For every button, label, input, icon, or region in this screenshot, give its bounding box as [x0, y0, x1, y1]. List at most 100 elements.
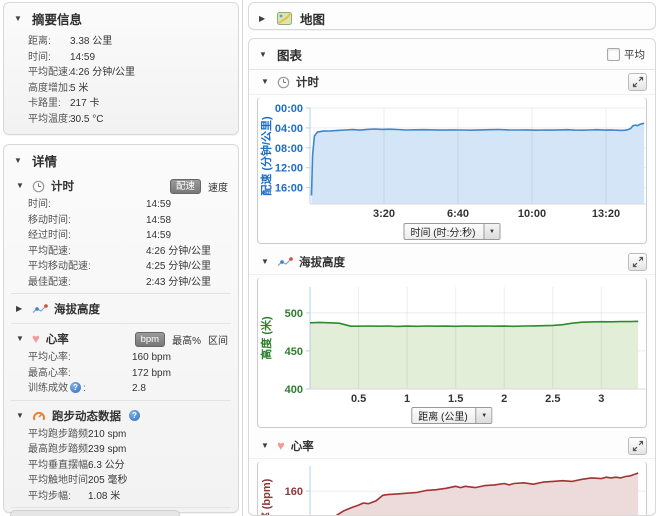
run-dynamics-section-header[interactable]: ▼ 跑步动态数据 ? [4, 404, 238, 427]
x-tick-label: 3:20 [373, 208, 395, 220]
y-tick-label: 16:00 [275, 183, 303, 195]
column-divider [242, 0, 243, 516]
pace-chart-header[interactable]: ▼ 计时 [249, 70, 655, 95]
collapse-triangle-icon[interactable]: ▼ [16, 181, 26, 191]
chevron-down-icon[interactable]: ▼ [483, 224, 500, 239]
row-label: 经过时间: [28, 230, 71, 241]
row-value: 1.08 米 [88, 490, 121, 502]
collapse-triangle-icon[interactable]: ▼ [14, 156, 24, 166]
help-icon[interactable]: ? [129, 410, 140, 421]
x-tick-label: 10:00 [518, 208, 546, 220]
detail-row: 平均垂直摆幅: 6.3 公分 [4, 458, 238, 474]
summary-header[interactable]: ▼ 摘要信息 [4, 3, 238, 32]
x-tick-label: 2 [501, 393, 507, 405]
clock-icon [277, 76, 290, 88]
speed-toggle-button[interactable]: 速度 [208, 179, 228, 194]
row-label: 时间: [28, 51, 51, 63]
chart-area [310, 321, 639, 389]
elevation-chart[interactable]: 500 450 400 0.5 1 1.5 2 2.5 3 高度 (米) [258, 277, 648, 405]
clock-icon [32, 180, 45, 192]
heart-rate-title: 心率 [45, 334, 69, 346]
x-tick-label: 2.5 [545, 393, 560, 405]
average-checkbox[interactable] [607, 48, 620, 61]
expand-triangle-icon[interactable]: ▶ [259, 14, 269, 24]
summary-row: 平均配速: 4:26 分钟/公里 [4, 65, 238, 81]
chart-area [337, 473, 639, 515]
map-header[interactable]: ▶ 地图 [249, 3, 655, 32]
training-effect-row: 训练成效?: 2.8 [4, 381, 238, 397]
bpm-toggle-button[interactable]: bpm [134, 331, 166, 347]
row-label: 最高跑步踏频: [28, 444, 91, 455]
summary-row: 高度增加: 5 米 [4, 81, 238, 97]
map-panel: ▶ 地图 [248, 2, 656, 30]
elevation-chart-header[interactable]: ▼ 海拔高度 [249, 250, 655, 275]
summary-row: 距离: 3.38 公里 [4, 34, 238, 50]
row-label: 平均触地时间: [28, 475, 91, 486]
timing-section-header[interactable]: ▼ 计时 配速 速度 [4, 174, 238, 197]
charts-header[interactable]: ▼ 图表 平均 [249, 39, 655, 70]
map-title: 地图 [300, 13, 326, 27]
timing-title: 计时 [51, 181, 74, 193]
detail-row: 移动时间: 14:58 [4, 213, 238, 229]
row-value: 14:59 [146, 230, 172, 241]
row-value: 14:59 [70, 51, 96, 63]
detail-row: 平均配速: 4:26 分钟/公里 [4, 244, 238, 260]
row-label: 移动时间: [28, 214, 71, 226]
y-tick-label: 08:00 [275, 143, 303, 155]
x-tick-label: 1.5 [448, 393, 463, 405]
divider [11, 507, 231, 508]
x-tick-label: 13:20 [592, 208, 620, 220]
row-value: 172 bpm [132, 367, 171, 379]
collapse-triangle-icon[interactable]: ▼ [16, 334, 26, 344]
row-value: 4:26 分钟/公里 [70, 67, 136, 78]
x-axis-dropdown[interactable]: 距离 (公里) ▼ [411, 407, 493, 424]
row-label: 卡路里: [28, 98, 61, 109]
help-icon[interactable]: ? [70, 382, 81, 393]
detail-row: 最高跑步踏频: 239 spm [4, 442, 238, 458]
collapse-triangle-icon[interactable]: ▼ [261, 441, 271, 451]
expand-chart-button[interactable] [628, 73, 647, 91]
expand-triangle-icon[interactable]: ▶ [16, 304, 26, 314]
summary-title: 摘要信息 [32, 13, 83, 27]
elevation-title: 海拔高度 [54, 304, 100, 316]
row-value: 14:58 [146, 214, 172, 226]
detail-row: 时间: 14:59 [4, 197, 238, 213]
max-percent-toggle-button[interactable]: 最高% [172, 332, 201, 347]
heart-rate-chart[interactable]: 160140120心率 (bpm) [258, 461, 648, 516]
collapse-triangle-icon[interactable]: ▼ [261, 257, 271, 267]
y-tick-label: 00:00 [275, 103, 303, 115]
detail-row: 平均触地时间: 205 毫秒 [4, 473, 238, 489]
x-axis-dropdown[interactable]: 时间 (时:分:秒) ▼ [403, 223, 501, 240]
heart-rate-section-header[interactable]: ▼ ♥ 心率 bpm 最高% 区间 [4, 327, 238, 350]
divider [11, 323, 231, 324]
collapse-triangle-icon[interactable]: ▼ [259, 50, 269, 60]
heart-rate-chart-box: 160140120心率 (bpm) [257, 461, 648, 516]
row-label: 平均步幅: [28, 490, 71, 502]
elevation-chart-icon [277, 256, 293, 266]
collapse-triangle-icon[interactable]: ▼ [261, 77, 271, 87]
x-tick-label: 1 [404, 393, 410, 405]
sidebar: ▼ 摘要信息 距离: 3.38 公里 时间: 14:59 平均配速: 4:26 分钟/… [3, 2, 239, 513]
run-dynamics-gauge-icon [33, 411, 45, 420]
elevation-section-header[interactable]: ▶ 海拔高度 [4, 297, 238, 320]
heart-icon: ♥ [32, 331, 40, 346]
summary-row: 时间: 14:59 [4, 50, 238, 66]
row-value: 14:59 [146, 199, 172, 210]
heart-rate-chart-header[interactable]: ▼ ♥ 心率 [249, 434, 655, 459]
expand-chart-button[interactable] [628, 253, 647, 271]
collapse-triangle-icon[interactable]: ▼ [16, 411, 26, 421]
detail-row: 平均步幅: 1.08 米 [4, 489, 238, 505]
pace-toggle-button[interactable]: 配速 [169, 178, 201, 194]
elevation-chart-box: 500 450 400 0.5 1 1.5 2 2.5 3 高度 (米) 距离 (公里) ▼ [257, 277, 647, 428]
row-label: 平均配速: [28, 245, 71, 257]
details-header[interactable]: ▼ 详情 [4, 145, 238, 174]
details-panel: ▼ 详情 ▼ 计时 配速 速度 时间: 14:59 移动时间: 14:58 经过时间… [3, 144, 239, 513]
expand-chart-button[interactable] [628, 437, 647, 455]
zone-toggle-button[interactable]: 区间 [208, 332, 228, 347]
detail-row: 平均心率: 160 bpm [4, 350, 238, 366]
collapse-triangle-icon[interactable]: ▼ [14, 14, 24, 24]
row-value: 2:43 分钟/公里 [146, 276, 212, 288]
pace-chart[interactable]: 00:00 04:00 08:00 12:00 16:00 3:20 6:40 10:00 13… [258, 97, 648, 221]
x-tick-label: 6:40 [447, 208, 469, 220]
chevron-down-icon[interactable]: ▼ [475, 408, 492, 423]
